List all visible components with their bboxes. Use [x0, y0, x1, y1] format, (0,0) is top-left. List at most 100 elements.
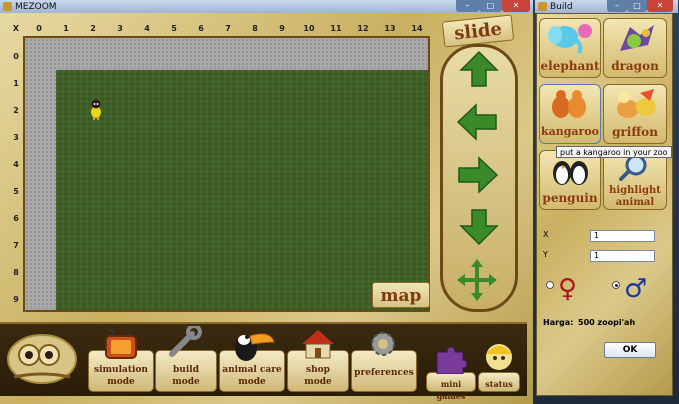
- kangaroo-tooltip: put a kangaroo in your zoo: [556, 146, 672, 158]
- dragon-label: dragon: [611, 59, 659, 73]
- x-tick: 14: [411, 24, 423, 33]
- maximize-button[interactable]: □: [479, 0, 502, 12]
- price-value: 500 zoopi'ah: [578, 318, 636, 327]
- kangaroo-button[interactable]: kangaroo: [539, 84, 601, 144]
- elephant-label: elephant: [540, 59, 600, 73]
- y-tick: 8: [13, 268, 19, 277]
- x-tick: 7: [225, 24, 231, 33]
- build-maximize-button[interactable]: □: [627, 0, 647, 12]
- status-avatar-icon: [482, 340, 516, 374]
- x-tick: 10: [303, 24, 315, 33]
- y-tick: 9: [13, 295, 19, 304]
- path-top: [25, 38, 428, 70]
- map-button[interactable]: map: [372, 282, 430, 308]
- build-minimize-button[interactable]: –: [607, 0, 627, 12]
- main-window-title: MEZOOM: [15, 1, 57, 12]
- y-tick: 6: [13, 214, 19, 223]
- kangaroo-icon: [552, 90, 586, 118]
- toucan-icon: [232, 326, 276, 362]
- elephant-icon: [548, 24, 592, 54]
- arrow-up-icon: [459, 50, 499, 87]
- arrow-down-button[interactable]: [458, 208, 500, 246]
- main-title-bar: MEZOOM: [0, 0, 533, 13]
- y-tick: 7: [13, 241, 19, 250]
- arrow-down-icon: [459, 209, 499, 246]
- path-left: [25, 38, 56, 310]
- animal-care-mode-label: animal care mode: [222, 365, 282, 387]
- x-tick: 12: [357, 24, 369, 33]
- griffon-button[interactable]: griffon: [603, 84, 667, 144]
- mezoom-logo-icon: [7, 334, 77, 384]
- arrow-left-icon: [456, 103, 497, 141]
- price-label: Harga:: [543, 318, 574, 327]
- minimize-button[interactable]: –: [456, 0, 479, 12]
- x-tick: 2: [90, 24, 96, 33]
- dragon-icon: [620, 25, 654, 51]
- female-symbol-icon: ♀: [558, 274, 578, 304]
- arrow-right-icon: [458, 156, 499, 194]
- close-button[interactable]: ✕: [502, 0, 530, 12]
- ok-button[interactable]: OK: [604, 342, 656, 358]
- x-coord-label: X: [543, 230, 549, 239]
- female-radio[interactable]: [546, 281, 554, 289]
- highlight-animal-label: highlight animal: [609, 185, 661, 208]
- x-tick: 0: [36, 24, 42, 33]
- x-tick: 8: [252, 24, 258, 33]
- griffon-label: griffon: [612, 125, 658, 139]
- x-coord-input[interactable]: 1: [590, 230, 655, 242]
- x-tick: 11: [330, 24, 342, 33]
- arrow-right-button[interactable]: [457, 156, 499, 194]
- y-tick: 5: [13, 187, 19, 196]
- shop-icon: [301, 328, 335, 360]
- mini-dpad[interactable]: [455, 257, 499, 303]
- penguin-label: penguin: [542, 191, 598, 205]
- status-label: status: [485, 379, 513, 389]
- build-close-button[interactable]: ✕: [647, 0, 673, 12]
- slide-label-text: slide: [453, 18, 503, 45]
- x-tick: 5: [171, 24, 177, 33]
- griffon-icon: [617, 89, 656, 118]
- penguin-button[interactable]: penguin: [539, 150, 601, 210]
- y-tick: 4: [13, 160, 19, 169]
- x-tick: 13: [384, 24, 396, 33]
- mini-games-label: mini games: [436, 379, 466, 401]
- ruler-x-label: X: [12, 24, 20, 33]
- arrow-up-button[interactable]: [458, 50, 500, 88]
- build-window-title: Build: [550, 1, 573, 12]
- highlight-animal-button[interactable]: highlight animal: [603, 150, 667, 210]
- build-mode-label: build mode: [172, 365, 200, 387]
- y-tick: 0: [13, 52, 19, 61]
- preferences-label: preferences: [354, 368, 414, 378]
- x-tick: 9: [279, 24, 285, 33]
- male-radio[interactable]: [612, 281, 620, 289]
- y-coord-label: Y: [543, 250, 548, 259]
- gear-icon: [366, 328, 400, 360]
- male-radio-dot: [615, 284, 618, 287]
- simulation-mode-label: simulation mode: [94, 365, 148, 387]
- grass-area: [56, 70, 428, 310]
- placed-animal[interactable]: [89, 98, 103, 120]
- x-tick: 4: [144, 24, 150, 33]
- y-tick: 2: [13, 106, 19, 115]
- map-button-label: map: [380, 286, 422, 306]
- y-tick: 1: [13, 79, 19, 88]
- kangaroo-label: kangaroo: [540, 125, 600, 138]
- tv-icon: [103, 328, 139, 360]
- build-app-icon: [538, 2, 547, 11]
- elephant-button[interactable]: elephant: [539, 18, 601, 78]
- x-tick: 3: [117, 24, 123, 33]
- dpad-icon: [457, 259, 497, 301]
- x-tick: 6: [198, 24, 204, 33]
- wrench-icon: [166, 324, 202, 358]
- app-icon: [3, 2, 12, 11]
- arrow-left-button[interactable]: [456, 103, 498, 141]
- dragon-button[interactable]: dragon: [603, 18, 667, 78]
- y-coord-input[interactable]: 1: [590, 250, 655, 262]
- y-tick: 3: [13, 133, 19, 142]
- mezoom-logo: [4, 327, 80, 391]
- x-tick: 1: [63, 24, 69, 33]
- zoo-map[interactable]: map: [23, 36, 430, 312]
- shop-mode-label: shop mode: [304, 365, 332, 387]
- puzzle-icon: [433, 346, 468, 375]
- male-symbol-icon: ♂: [624, 274, 648, 304]
